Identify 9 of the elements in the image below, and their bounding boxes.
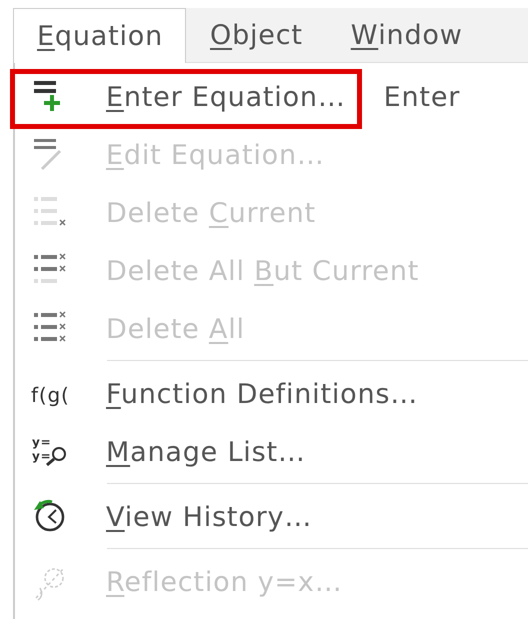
function-icon: f(g( <box>30 374 70 414</box>
menu-item[interactable]: y= y= Manage List… <box>15 423 528 481</box>
shortcut-label: Enter <box>384 82 460 112</box>
menu-tab[interactable]: Object <box>186 8 327 62</box>
menu-item[interactable]: View History… <box>15 488 528 546</box>
menu-item[interactable]: Enter Equation… Enter <box>15 68 528 126</box>
menu-tab[interactable]: Equation <box>13 8 186 63</box>
menu-tab[interactable]: Window <box>326 8 487 62</box>
menu-item[interactable]: f(g( Function Definitions… <box>15 365 528 423</box>
